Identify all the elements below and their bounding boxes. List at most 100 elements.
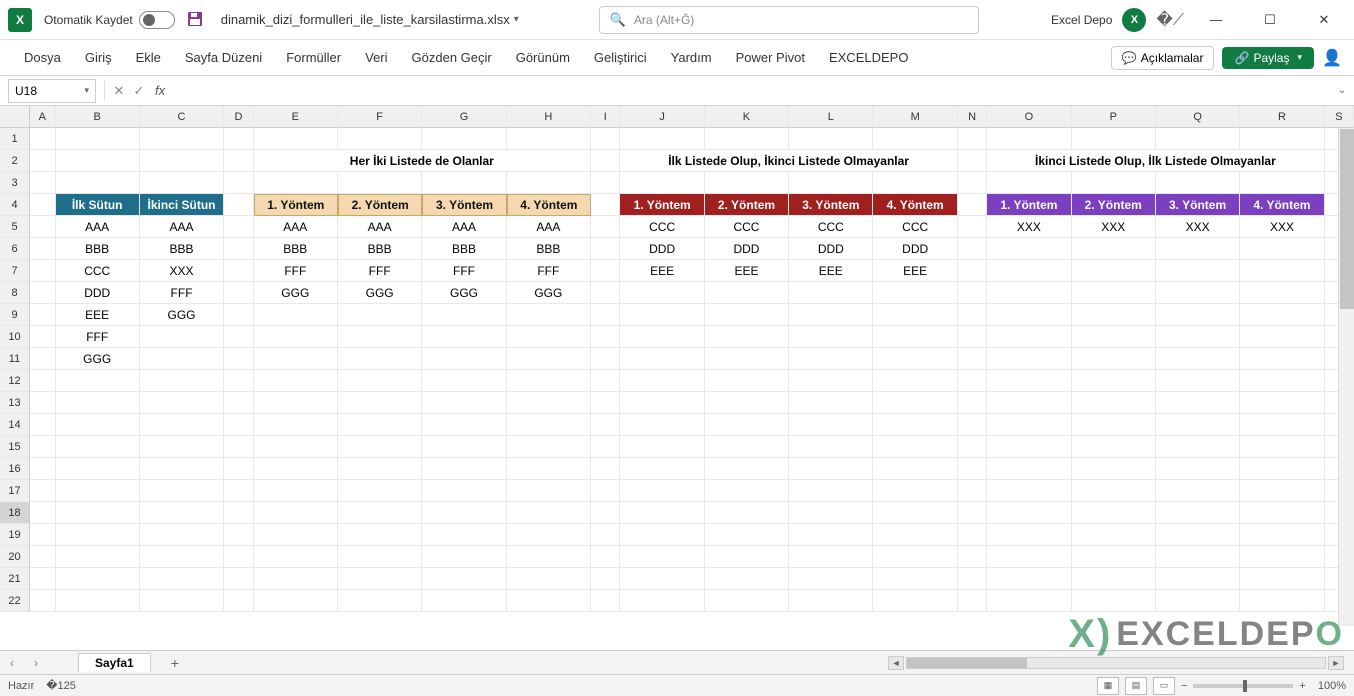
cell[interactable]	[1072, 568, 1156, 590]
share-button[interactable]: 🔗Paylaş▾	[1222, 47, 1314, 69]
header-method[interactable]: 4. Yöntem	[1240, 194, 1324, 216]
row-header[interactable]: 3	[0, 172, 30, 194]
collab-icon[interactable]: 👤	[1322, 48, 1342, 68]
cell[interactable]	[224, 392, 253, 414]
cell[interactable]	[254, 458, 338, 480]
cell[interactable]	[620, 392, 704, 414]
col-header[interactable]: H	[507, 106, 591, 128]
row-header[interactable]: 12	[0, 370, 30, 392]
cell[interactable]	[422, 304, 506, 326]
cell[interactable]	[1156, 304, 1240, 326]
cell[interactable]	[30, 502, 56, 524]
name-box[interactable]: U18 ▾	[8, 79, 96, 103]
row-header[interactable]: 14	[0, 414, 30, 436]
cell[interactable]	[1072, 238, 1156, 260]
filename[interactable]: dinamik_dizi_formulleri_ile_liste_karsil…	[221, 12, 510, 27]
cell[interactable]	[507, 568, 591, 590]
cell[interactable]	[507, 414, 591, 436]
cell[interactable]	[56, 568, 140, 590]
hscroll-left[interactable]: ◄	[888, 656, 904, 670]
cell[interactable]	[873, 370, 957, 392]
cell[interactable]	[507, 370, 591, 392]
cell[interactable]: GGG	[254, 282, 338, 304]
tab-dosya[interactable]: Dosya	[12, 44, 73, 71]
cell[interactable]	[140, 414, 224, 436]
cell[interactable]	[789, 458, 873, 480]
zoom-in-button[interactable]: +	[1299, 680, 1305, 692]
cell[interactable]	[705, 480, 789, 502]
cell[interactable]: BBB	[140, 238, 224, 260]
cell[interactable]	[254, 568, 338, 590]
cell[interactable]	[1072, 436, 1156, 458]
cell[interactable]	[224, 194, 253, 216]
cell[interactable]	[958, 304, 987, 326]
cell[interactable]: DDD	[873, 238, 957, 260]
tab-formuller[interactable]: Formüller	[274, 44, 353, 71]
cell[interactable]	[789, 546, 873, 568]
row-header[interactable]: 20	[0, 546, 30, 568]
cell[interactable]	[1240, 370, 1324, 392]
row-header[interactable]: 21	[0, 568, 30, 590]
cell[interactable]	[591, 326, 620, 348]
cell[interactable]	[705, 172, 789, 194]
cell[interactable]	[987, 392, 1071, 414]
cell[interactable]: DDD	[789, 238, 873, 260]
cell[interactable]	[338, 326, 422, 348]
cell[interactable]	[56, 502, 140, 524]
cell[interactable]	[1240, 546, 1324, 568]
zoom-level[interactable]: 100%	[1318, 680, 1346, 692]
cell[interactable]	[958, 260, 987, 282]
cell[interactable]	[958, 436, 987, 458]
cell[interactable]	[1072, 392, 1156, 414]
cell[interactable]	[987, 128, 1071, 150]
cell[interactable]	[56, 458, 140, 480]
cell[interactable]	[224, 480, 253, 502]
cell[interactable]: FFF	[338, 260, 422, 282]
cell[interactable]	[987, 172, 1071, 194]
cell[interactable]	[1156, 568, 1240, 590]
cell[interactable]	[1240, 480, 1324, 502]
cell[interactable]	[958, 524, 987, 546]
cell[interactable]	[30, 524, 56, 546]
cell[interactable]	[987, 282, 1071, 304]
cell[interactable]	[224, 238, 253, 260]
cell[interactable]	[620, 304, 704, 326]
cell[interactable]	[958, 370, 987, 392]
cell[interactable]	[507, 172, 591, 194]
cell[interactable]	[338, 392, 422, 414]
cell[interactable]	[224, 414, 253, 436]
cell[interactable]	[254, 524, 338, 546]
cell[interactable]	[591, 480, 620, 502]
cell[interactable]	[591, 458, 620, 480]
cell[interactable]	[30, 150, 56, 172]
tab-exceldepo[interactable]: EXCELDEPO	[817, 44, 920, 71]
cell[interactable]	[591, 414, 620, 436]
cell[interactable]	[56, 128, 140, 150]
cell[interactable]	[224, 348, 253, 370]
cell[interactable]	[1156, 480, 1240, 502]
cell[interactable]	[338, 480, 422, 502]
cell[interactable]	[705, 502, 789, 524]
cell[interactable]	[140, 348, 224, 370]
cell[interactable]	[705, 370, 789, 392]
cell[interactable]	[987, 348, 1071, 370]
header-method[interactable]: 3. Yöntem	[422, 194, 506, 216]
cell[interactable]	[789, 590, 873, 612]
cell[interactable]	[254, 304, 338, 326]
cell[interactable]	[30, 414, 56, 436]
cell[interactable]	[422, 568, 506, 590]
cell[interactable]: AAA	[56, 216, 140, 238]
cell[interactable]	[958, 172, 987, 194]
cell[interactable]	[789, 128, 873, 150]
cell[interactable]	[422, 524, 506, 546]
cell[interactable]	[338, 436, 422, 458]
cell[interactable]	[620, 590, 704, 612]
cell[interactable]	[338, 128, 422, 150]
cell[interactable]	[254, 414, 338, 436]
section-title-only1[interactable]: İlk Listede Olup, İkinci Listede Olmayan…	[620, 150, 957, 172]
cell[interactable]	[1240, 260, 1324, 282]
cell[interactable]	[254, 172, 338, 194]
comments-button[interactable]: 💬Açıklamalar	[1111, 46, 1215, 70]
cell[interactable]	[1240, 238, 1324, 260]
row-header[interactable]: 4	[0, 194, 30, 216]
